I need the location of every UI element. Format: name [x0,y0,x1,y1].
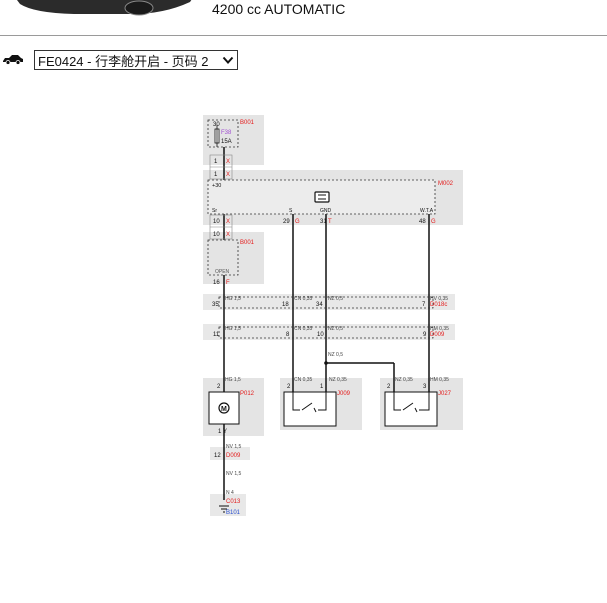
fuse-rating: 15A [221,139,232,145]
link-2-pin: 10 [213,232,220,238]
c3-pin: 12 [214,453,221,459]
ground-point[interactable]: B101 [226,510,241,516]
ground-wire: N 4 [226,490,234,496]
module-pin-wt: W.T.A [420,208,434,214]
module-ref: M002 [438,181,454,187]
c2-pin-3: 10 [317,332,324,338]
c3-ref: D009 [226,453,241,459]
motor-wire-top: HG 1,5 [225,377,241,383]
module-label-30: +30 [212,183,221,189]
j027-wire-b: HM 0,35 [430,377,449,383]
c2-pin-1: 11 [213,332,220,338]
ground-ref: C013 [226,499,241,505]
fuse-pin-top: 30 [213,122,220,128]
j027-ref: J027 [438,391,452,397]
b001-wire: F [226,280,230,286]
fuse-box-ref: B001 [240,120,255,126]
j027-wire-a: NZ 0,35 [395,377,413,383]
c2-wire-1: HG 1,5 [225,326,241,332]
j009-ref: J009 [337,391,351,397]
module-pin-31-wire: T [328,219,332,225]
module-pin-gnd: GND [320,208,332,214]
c1-pin-1: 35 [212,302,219,308]
c3-wire-out: NV 1,5 [226,471,242,477]
motor-wire-bot: Y [223,429,227,435]
c2-wire-2: CN 0,35 [294,326,313,332]
c1-pin-3: 34 [316,302,323,308]
motor-ref: P012 [240,391,255,397]
module-pin-10-wire: X [226,219,230,225]
c1-wire-2: CN 0,35 [294,296,313,302]
motor-icon: M [218,402,230,414]
link-2-wire: X [226,232,230,238]
c1-wire-3: NZ 0,5 [328,296,343,302]
fuse-wire: X [226,159,230,165]
j009-wire-a: CN 0,35 [294,377,313,383]
link-1-wire: X [226,172,230,178]
module-pin-48: 48 [419,219,426,225]
j009-wire-b: NZ 0,35 [329,377,347,383]
c3-wire-in: NV 1,5 [226,444,242,450]
c1-wire-1: HG 1,5 [225,296,241,302]
module-pin-29: 29 [283,219,290,225]
c2-ref: D009 [430,332,445,338]
c1-ref: D018c [430,302,447,308]
module-pin-10: 10 [213,219,220,225]
module-pin-31: 31 [320,219,327,225]
splice-wire: NZ 0,5 [328,352,343,358]
module-pin-29-wire: G [295,219,300,225]
module-pin-48-wire: G [431,219,436,225]
c2-wire-3: NZ 0,5 [328,326,343,332]
ecu-icon [314,191,330,203]
fuse-label: F38 [221,130,232,136]
c1-pin-2: 18 [282,302,289,308]
svg-text:M: M [221,406,227,413]
b001-label: OPEN [215,269,230,275]
module-pin-sr: Sr [212,208,217,214]
b001-ref: B001 [240,240,255,246]
wiring-diagram: 30 F38 15A B001 1 X 1 X +30 M002 Sr S GN… [203,115,463,516]
b001-pin-out: 16 [213,280,220,286]
